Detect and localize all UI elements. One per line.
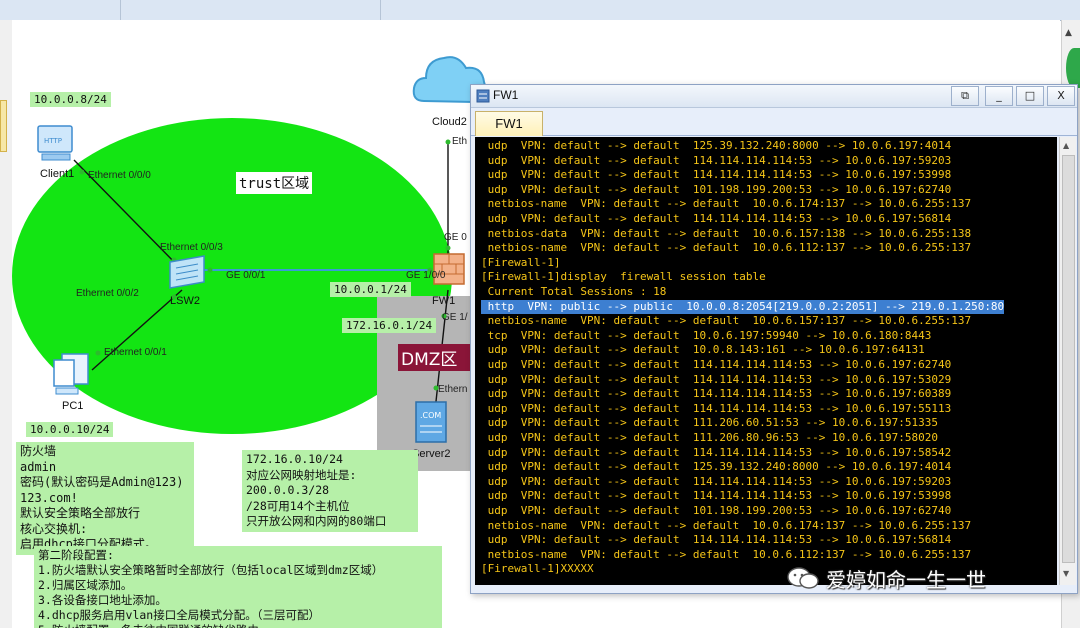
terminal-line: udp VPN: default --> default 111.206.80.… [481, 431, 938, 444]
terminal-line: udp VPN: default --> default 111.206.60.… [481, 416, 938, 430]
lsw2-device-name: LSW2 [170, 295, 200, 307]
stage2-note: 第二阶段配置: 1.防火墙默认安全策略暂时全部放行（包括local区域到dmz区… [34, 546, 442, 628]
terminal-line: udp VPN: default --> default 101.198.199… [481, 504, 952, 517]
maximize-button[interactable]: □ [1016, 86, 1044, 106]
watermark-text: 爱婷如命一生一世 [826, 568, 986, 592]
svg-text:.COM: .COM [420, 411, 441, 420]
port-label: Ethernet 0/0/0 [88, 170, 151, 181]
fw-trust-ip-label: 10.0.0.1/24 [330, 282, 411, 297]
terminal-line: udp VPN: default --> default 114.114.114… [481, 401, 952, 415]
terminal-line: udp VPN: default --> default 114.114.114… [481, 358, 952, 371]
port-label: Ethern [438, 384, 468, 395]
link-pc1-lsw2 [91, 289, 183, 371]
port-label: GE 1/ [442, 312, 468, 323]
collapsed-panel-tab[interactable] [0, 100, 7, 152]
pc-icon[interactable] [50, 350, 100, 400]
svg-text:HTTP: HTTP [44, 137, 62, 145]
toolbar-segment [0, 0, 121, 20]
terminal-line: udp VPN: default --> default 101.198.199… [481, 182, 952, 196]
terminal-line: [Firewall-1]display firewall session tab… [481, 270, 766, 284]
tab-fw1[interactable]: FW1 [475, 111, 543, 136]
window-titlebar[interactable]: FW1 ⧉ _ □ X [471, 85, 1077, 108]
scrollbar-thumb[interactable] [1062, 155, 1075, 563]
port-label: Eth [452, 136, 468, 147]
tab-strip: FW1 [471, 108, 1077, 136]
terminal-app-icon [476, 89, 490, 103]
fw1-device-name: FW1 [432, 295, 456, 307]
trust-zone-label: trust区域 [236, 172, 313, 194]
terminal-line: netbios-name VPN: default --> default 10… [481, 241, 972, 255]
switch-icon[interactable] [164, 252, 210, 294]
scroll-down-icon[interactable]: ▼ [1063, 569, 1069, 578]
pc1-device-name: PC1 [62, 400, 84, 412]
port-label: Ethernet 0/0/1 [104, 347, 167, 358]
toolbar-segment [120, 0, 381, 20]
top-toolbar [0, 0, 1080, 21]
port-label: GE 1/0/0 [406, 270, 446, 281]
port-label: GE 0/0/1 [226, 270, 266, 281]
terminal-line: udp VPN: default --> default 114.114.114… [481, 489, 952, 503]
terminal-line: udp VPN: default --> default 114.114.114… [481, 168, 952, 182]
port-label: GE 0 [444, 232, 467, 243]
wechat-icon [787, 567, 819, 589]
window-title: FW1 [493, 88, 519, 102]
minimize-button[interactable]: _ [985, 86, 1013, 106]
restore-button[interactable]: ⧉ [951, 86, 979, 106]
close-button[interactable]: X [1047, 86, 1075, 106]
terminal-line: netbios-name VPN: default --> default 10… [481, 518, 972, 532]
terminal-line: udp VPN: default --> default 114.114.114… [481, 387, 952, 401]
firewall-note: 防火墙 admin 密码(默认密码是Admin@123) 123.com! 默认… [16, 442, 194, 555]
toolbar-segment [380, 0, 1080, 20]
server-icon[interactable]: .COM [412, 400, 454, 448]
terminal-line: tcp VPN: default --> default 10.0.6.197:… [481, 328, 932, 342]
client1-device-name: Client1 [40, 168, 75, 180]
terminal-line: netbios-name VPN: default --> default 10… [481, 547, 972, 561]
dmz-zone-label: DMZ区 [398, 344, 474, 371]
terminal-line: netbios-name VPN: default --> default 10… [481, 314, 972, 328]
cli-terminal[interactable]: udp VPN: default --> default 125.39.132.… [475, 137, 1057, 585]
terminal-line: [Firewall-1]XXXXX [481, 562, 594, 576]
terminal-line: udp VPN: default --> default 114.114.114… [481, 474, 952, 488]
terminal-line: udp VPN: default --> default 114.114.114… [481, 533, 952, 547]
terminal-line: udp VPN: default --> default 114.114.114… [481, 153, 952, 167]
terminal-line: udp VPN: default --> default 114.114.114… [481, 372, 952, 386]
scroll-up-icon[interactable]: ▲ [1063, 141, 1069, 150]
terminal-line: netbios-name VPN: default --> default 10… [481, 197, 972, 211]
terminal-line: udp VPN: default --> default 114.114.114… [481, 445, 952, 459]
terminal-line-selected: http VPN: public --> public 10.0.0.8:205… [481, 299, 1005, 315]
fw1-console-window[interactable]: FW1 ⧉ _ □ X FW1 udp VPN: default --> def… [470, 84, 1078, 594]
pc1-ip-label: 10.0.0.10/24 [26, 422, 114, 437]
client1-ip-label: 10.0.0.8/24 [30, 92, 111, 107]
port-label: Ethernet 0/0/3 [160, 242, 223, 253]
port-label: Ethernet 0/0/2 [76, 288, 139, 299]
cloud-device-name: Cloud2 [432, 116, 467, 128]
http-client-icon[interactable]: HTTP [36, 124, 76, 166]
terminal-line: netbios-data VPN: default --> default 10… [481, 226, 972, 240]
scroll-up-icon[interactable]: ▲ [1065, 28, 1072, 38]
terminal-line: [Firewall-1] [481, 255, 561, 269]
terminal-line: udp VPN: default --> default 10.0.8.143:… [481, 343, 925, 357]
assistant-bubble-icon[interactable] [1066, 48, 1080, 88]
terminal-line: udp VPN: default --> default 114.114.114… [481, 212, 952, 225]
terminal-vertical-scrollbar[interactable]: ▲ ▼ [1059, 137, 1076, 585]
fw-dmz-ip-label: 172.16.0.1/24 [342, 318, 437, 333]
server-note: 172.16.0.10/24 对应公网映射地址是: 200.0.0.3/28 /… [242, 450, 418, 532]
terminal-line: Current Total Sessions : 18 [481, 285, 667, 298]
terminal-line: udp VPN: default --> default 125.39.132.… [481, 139, 952, 152]
terminal-line: udp VPN: default --> default 125.39.132.… [481, 460, 952, 474]
